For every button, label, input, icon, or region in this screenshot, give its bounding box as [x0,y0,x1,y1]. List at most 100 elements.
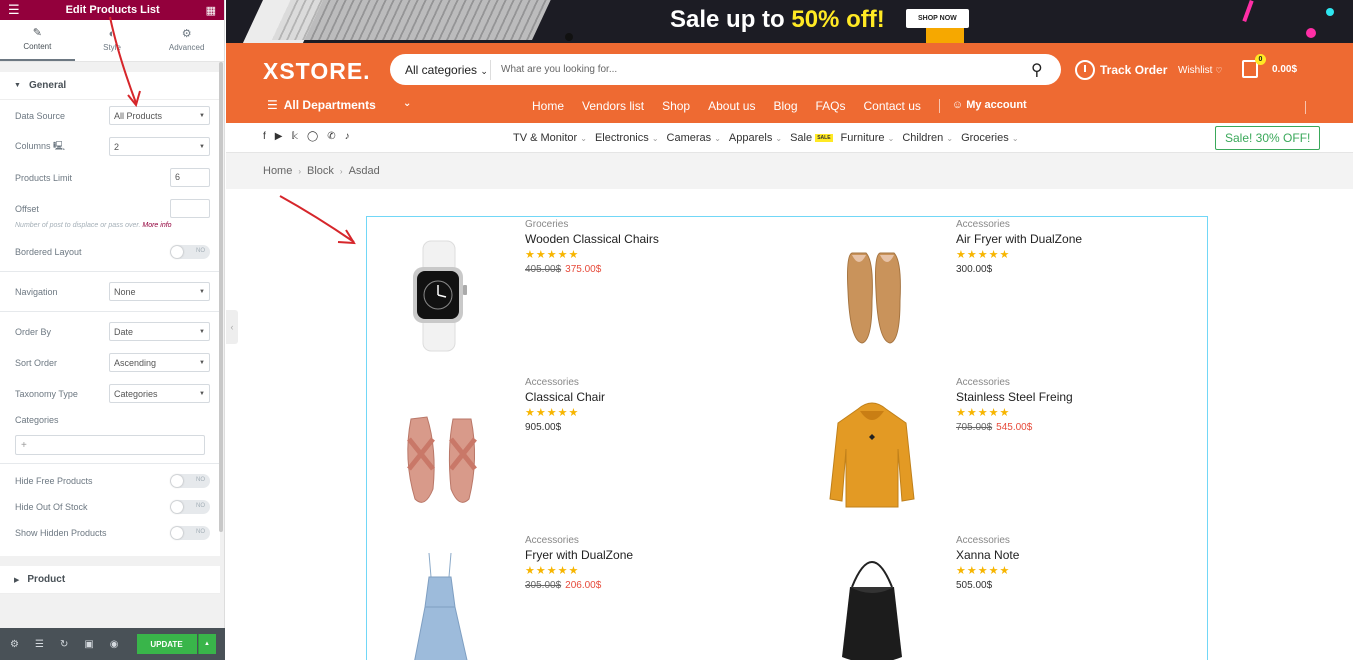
breadcrumb-block[interactable]: Block [307,165,334,177]
hide-out-of-stock-toggle[interactable]: NO [170,500,210,514]
taxonomy-type-select[interactable]: Categories ▼ [109,384,210,403]
nav-blog[interactable]: Blog [773,99,797,113]
slider-dot[interactable] [565,33,573,41]
settings-icon[interactable]: ⚙ [10,639,19,650]
facebook-icon[interactable]: f [263,131,266,142]
cart-link[interactable]: 0 0.00$ [1242,54,1297,78]
old-price: 705.00$ [956,422,993,433]
nav-home[interactable]: Home [532,99,564,113]
collapse-panel-handle[interactable]: ‹ [226,310,238,344]
promo-sale-button[interactable]: Sale! 30% OFF! [1215,126,1321,150]
product-rating: ★★★★★ [525,565,580,577]
site-logo[interactable]: XSTORE. [263,58,371,85]
sort-order-select[interactable]: Ascending ▼ [109,353,210,372]
layers-icon[interactable]: ☰ [35,639,44,650]
search-icon[interactable]: ⚲ [1031,60,1061,80]
preview-eye-icon[interactable]: ◉ [110,639,119,650]
nav-vendors-list[interactable]: Vendors list [582,99,644,113]
smartwatch-image [413,240,467,352]
product-category[interactable]: Accessories [956,219,1082,230]
chevron-down-icon: ⌄ [775,134,783,143]
cat-tv-monitor[interactable]: TV & Monitor ⌄ [513,132,587,144]
grid-icon[interactable]: ▦ [206,4,216,17]
chevron-down-icon: ⌄ [714,134,721,143]
chevron-right-icon: › [298,166,302,176]
offset-input[interactable] [170,199,210,218]
product-item[interactable]: Accessories Xanna Note ★★★★★ 505.00$ [798,533,1218,660]
banner-headline: Sale up to 50% off! [670,6,885,33]
show-hidden-toggle[interactable]: NO [170,526,210,540]
history-icon[interactable]: ↻ [60,639,68,650]
dropdown-arrow-icon: ▼ [199,359,205,366]
nav-contact-us[interactable]: Contact us [864,99,921,113]
tab-content[interactable]: ✎ Content [0,20,75,61]
product-category[interactable]: Accessories [525,377,605,388]
product-item[interactable]: Groceries Wooden Classical Chairs ★★★★★ … [367,217,787,375]
update-options-button[interactable]: ▲ [197,634,216,654]
product-category[interactable]: Groceries [525,219,659,230]
cat-furniture[interactable]: Furniture ⌄ [841,132,895,144]
cat-children[interactable]: Children ⌄ [902,132,953,144]
product-item[interactable]: Accessories Stainless Steel Freing ★★★★★… [798,375,1218,533]
product-category[interactable]: Accessories [956,377,1073,388]
categories-input[interactable]: + [15,435,205,455]
search-input[interactable]: What are you looking for... [501,64,1031,75]
product-price: 305.00$ 206.00$ [525,580,633,591]
product-category[interactable]: Accessories [956,535,1019,546]
columns-select[interactable]: 2 ▼ [109,137,210,156]
product-item[interactable]: Accessories Air Fryer with DualZone ★★★★… [798,217,1218,375]
update-button[interactable]: UPDATE [136,634,197,654]
youtube-icon[interactable]: ▶ [275,131,283,142]
field-order-by: Order By Date ▼ [0,316,220,347]
bordered-layout-toggle[interactable]: NO [170,244,210,259]
desktop-icon[interactable]: 🖳 [53,141,65,151]
nav-faqs[interactable]: FAQs [816,99,846,113]
hamburger-icon[interactable]: ☰ [8,2,20,18]
navigation-select[interactable]: None ▼ [109,282,210,301]
products-list-widget[interactable]: Groceries Wooden Classical Chairs ★★★★★ … [366,216,1208,660]
product-name[interactable]: Air Fryer with DualZone [956,232,1082,246]
hide-free-toggle[interactable]: NO [170,474,210,488]
more-info-link[interactable]: More info [142,222,171,229]
cat-groceries[interactable]: Groceries ⌄ [961,132,1018,144]
tab-advanced[interactable]: ⚙ Advanced [149,20,224,61]
product-name[interactable]: Fryer with DualZone [525,548,633,562]
chevron-down-icon: ⌄ [580,134,587,143]
product-name[interactable]: Stainless Steel Freing [956,390,1073,404]
product-name[interactable]: Classical Chair [525,390,605,404]
product-rating: ★★★★★ [525,249,580,261]
cat-apparels[interactable]: Apparels ⌄ [729,132,782,144]
cat-cameras[interactable]: Cameras ⌄ [667,132,721,144]
order-by-select[interactable]: Date ▼ [109,322,210,341]
product-item[interactable]: Accessories Classical Chair ★★★★★ 905.00… [367,375,787,533]
breadcrumb-home[interactable]: Home [263,165,292,177]
panel-scrollbar[interactable] [219,62,223,532]
shop-now-button[interactable]: SHOP NOW [906,9,969,28]
responsive-icon[interactable]: ▣ [84,639,93,650]
nav-shop[interactable]: Shop [662,99,690,113]
pencil-icon: ✎ [32,27,42,39]
caret-right-icon: ▶ [14,576,20,584]
product-name[interactable]: Wooden Classical Chairs [525,232,659,246]
my-account-link[interactable]: ☺ My account [938,99,1027,113]
product-info: Accessories Xanna Note ★★★★★ 505.00$ [956,535,1019,591]
whatsapp-icon[interactable]: ✆ [327,131,335,142]
all-departments-menu[interactable]: ☰ All Departments ⌄ [267,98,411,112]
product-category[interactable]: Accessories [525,535,633,546]
cat-electronics[interactable]: Electronics ⌄ [595,132,659,144]
sale-badge: SALE [815,134,833,143]
search-category-select[interactable]: All categories ⌄ [390,63,490,77]
product-name[interactable]: Xanna Note [956,548,1019,562]
wishlist-link[interactable]: Wishlist ♡ [1178,65,1222,76]
track-order-link[interactable]: Track Order [1075,60,1167,80]
instagram-icon[interactable]: ◯ [307,131,318,142]
section-product-header[interactable]: ▶ Product [0,566,220,594]
tiktok-icon[interactable]: ♪ [345,131,350,142]
product-info: Accessories Air Fryer with DualZone ★★★★… [956,219,1082,275]
product-item[interactable]: Accessories Fryer with DualZone ★★★★★ 30… [367,533,787,660]
menu-icon: ☰ [267,98,278,112]
nav-about-us[interactable]: About us [708,99,755,113]
twitter-icon[interactable]: 𝕜 [291,131,298,142]
products-limit-input[interactable]: 6 [170,168,210,187]
cat-sale[interactable]: Sale SALE [790,132,833,144]
